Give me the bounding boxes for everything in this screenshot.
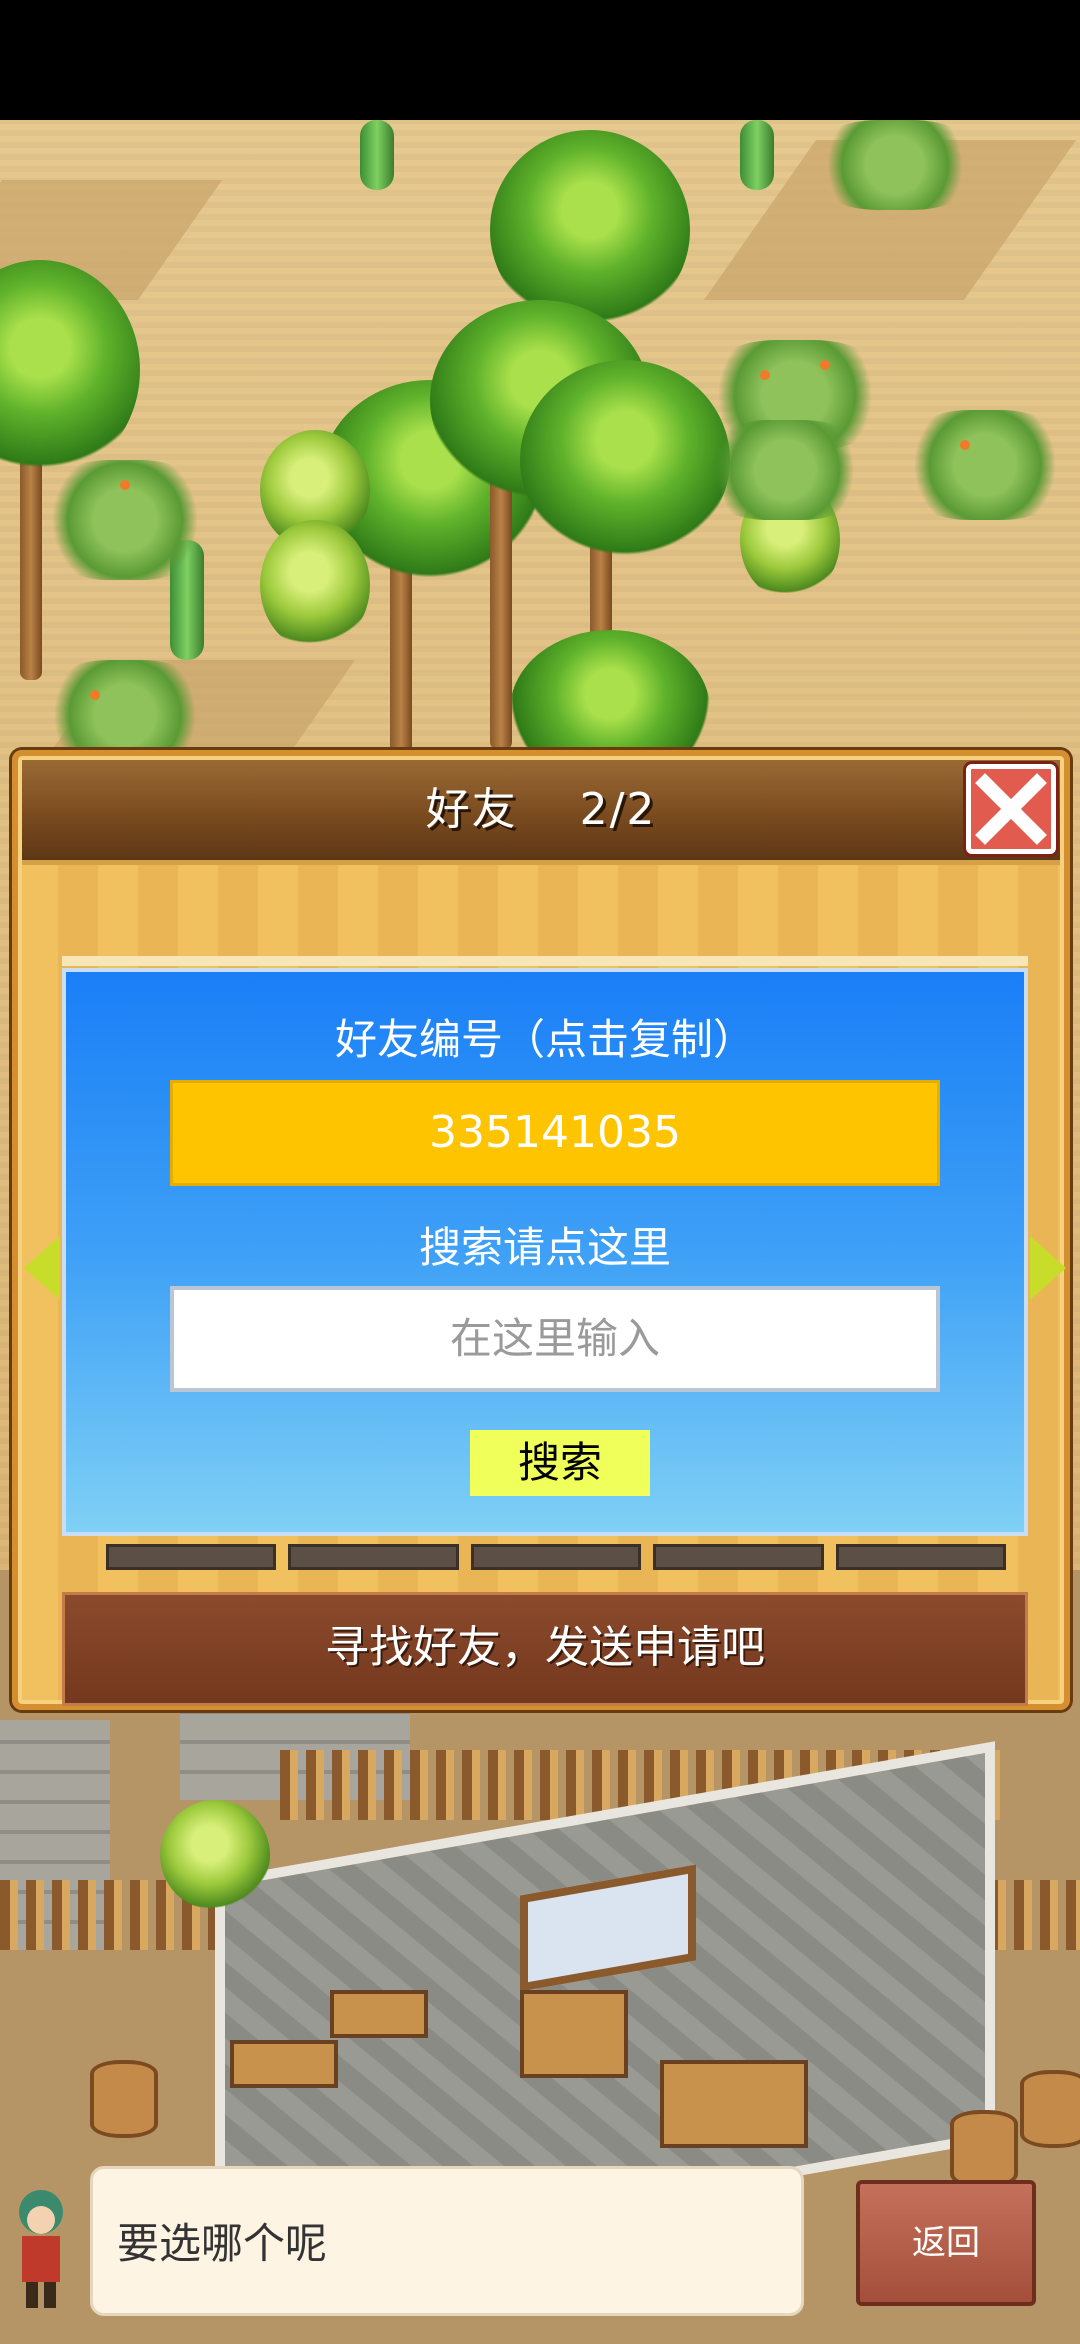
dialog-title: 好友 2/2	[425, 784, 657, 835]
close-button[interactable]	[966, 764, 1056, 854]
friend-id-label: 好友编号（点击复制）	[334, 1015, 755, 1064]
npc-avatar	[19, 2190, 63, 2308]
crafting-desk	[330, 1990, 428, 2038]
search-input[interactable]: 在这里输入	[170, 1286, 940, 1392]
friend-id-value[interactable]: 335141035	[170, 1080, 940, 1186]
crafting-desk	[230, 2040, 338, 2088]
friend-slot[interactable]	[835, 1544, 1007, 1570]
friend-id-box: 好友编号（点击复制） 335141035 搜索请点这里 在这里输入 搜索	[62, 968, 1028, 1536]
friend-slot-row	[106, 1544, 1007, 1570]
find-friends-button[interactable]: 寻找好友，发送申请吧	[62, 1592, 1028, 1706]
search-label: 搜索请点这里	[418, 1223, 671, 1272]
friend-slot[interactable]	[470, 1544, 642, 1570]
prompt-bubble: 要选哪个呢	[90, 2166, 804, 2316]
friend-slot[interactable]	[106, 1544, 277, 1570]
list-top-strip	[62, 956, 1028, 966]
friend-dialog: 好友 2/2 好友编号（点击复制） 335141035 搜索请点这里 在这里输入…	[12, 750, 1070, 1710]
crafting-desk	[520, 1990, 628, 2078]
friend-slot[interactable]	[288, 1544, 459, 1570]
prev-page-arrow-icon[interactable]	[24, 1236, 60, 1300]
tree-stump	[950, 2110, 1018, 2188]
status-bar	[0, 0, 1080, 120]
close-icon	[975, 773, 1047, 845]
town-bush	[160, 1800, 270, 1910]
next-page-arrow-icon[interactable]	[1030, 1236, 1066, 1300]
search-button[interactable]: 搜索	[470, 1430, 650, 1496]
tree-stump	[90, 2060, 158, 2138]
back-button[interactable]: 返回	[856, 2180, 1036, 2306]
dialog-header: 好友 2/2	[22, 760, 1060, 865]
friend-slot[interactable]	[653, 1544, 824, 1570]
tree-stump	[1020, 2070, 1080, 2148]
crafting-desk	[660, 2060, 808, 2148]
